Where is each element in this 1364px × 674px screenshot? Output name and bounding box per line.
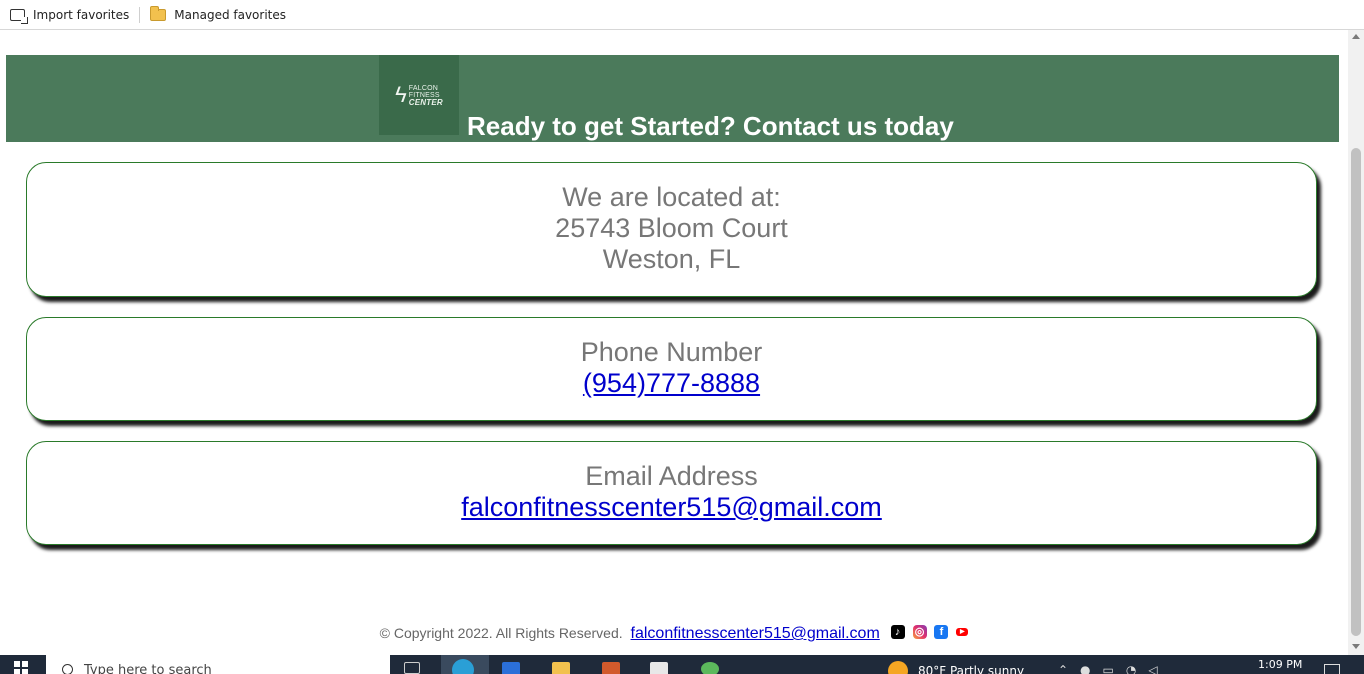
office-app-icon[interactable]	[602, 662, 620, 674]
managed-favorites-button[interactable]: Managed favorites	[140, 0, 296, 29]
managed-favorites-label: Managed favorites	[174, 7, 287, 22]
scroll-down-arrow-icon[interactable]	[1352, 644, 1360, 649]
copyright-text: © Copyright 2022. All Rights Reserved.	[379, 625, 623, 641]
favorites-bar: Import favorites Managed favorites	[0, 0, 1364, 30]
youtube-icon[interactable]: ▶	[956, 628, 969, 637]
folder-icon	[150, 5, 167, 21]
falcon-fitness-logo[interactable]: ϟ FALCON FITNESS CENTER	[379, 55, 459, 135]
task-view-icon[interactable]	[404, 662, 420, 674]
search-icon	[62, 664, 73, 674]
weather-icon[interactable]	[888, 661, 908, 674]
lightning-bolt-icon: ϟ	[395, 82, 407, 107]
edge-browser-icon[interactable]	[452, 659, 474, 674]
windows-taskbar: Type here to search 80°F Partly sunny ⌃●…	[0, 655, 1364, 674]
notepad-app-icon[interactable]	[650, 662, 668, 674]
phone-card: Phone Number (954)777-8888	[26, 317, 1317, 421]
scroll-thumb[interactable]	[1351, 148, 1361, 636]
taskbar-clock[interactable]: 1:09 PM	[1258, 658, 1302, 671]
logo-text-line3: CENTER	[408, 97, 443, 107]
windows-start-icon[interactable]	[14, 661, 28, 674]
location-heading: We are located at:	[562, 182, 781, 212]
facebook-icon[interactable]: f	[934, 625, 949, 640]
page-viewport: ϟ FALCON FITNESS CENTER Ready to get Sta…	[0, 30, 1348, 655]
phone-heading: Phone Number	[580, 337, 763, 367]
location-card: We are located at: 25743 Bloom Court Wes…	[26, 162, 1317, 297]
tiktok-icon[interactable]: ♪	[890, 625, 905, 640]
system-tray-icons[interactable]: ⌃●▭◔◁	[1058, 663, 1170, 674]
page-scrollbar[interactable]	[1348, 30, 1364, 655]
location-street: 25743 Bloom Court	[555, 213, 788, 243]
import-favorites-label: Import favorites	[33, 7, 130, 22]
email-heading: Email Address	[585, 461, 758, 491]
email-address-link[interactable]: falconfitnesscenter515@gmail.com	[461, 492, 882, 522]
pinned-app-icon[interactable]	[701, 662, 719, 674]
phone-number-link[interactable]: (954)777-8888	[583, 368, 760, 398]
import-favorites-button[interactable]: Import favorites	[0, 0, 139, 29]
footer-email-link[interactable]: falconfitnesscenter515@gmail.com	[631, 625, 880, 642]
scroll-up-arrow-icon[interactable]	[1352, 34, 1360, 39]
taskbar-search-placeholder: Type here to search	[84, 663, 212, 674]
notification-center-icon[interactable]	[1324, 664, 1340, 674]
file-explorer-icon[interactable]	[552, 662, 570, 674]
taskbar-search-box[interactable]: Type here to search	[46, 655, 390, 674]
page-title: Ready to get Started? Contact us today	[467, 111, 954, 141]
store-icon[interactable]	[502, 662, 520, 674]
logo-text-line1: FALCON	[408, 84, 438, 92]
instagram-icon[interactable]: ◎	[912, 625, 927, 640]
social-links: ♪ ◎ f ▶	[887, 623, 969, 640]
location-city: Weston, FL	[602, 244, 741, 274]
contact-hero-banner: ϟ FALCON FITNESS CENTER Ready to get Sta…	[6, 55, 1339, 142]
email-card: Email Address falconfitnesscenter515@gma…	[26, 441, 1317, 545]
weather-text[interactable]: 80°F Partly sunny	[918, 664, 1024, 674]
page-footer: © Copyright 2022. All Rights Reserved. f…	[0, 623, 1348, 643]
import-favorites-icon	[10, 8, 28, 24]
